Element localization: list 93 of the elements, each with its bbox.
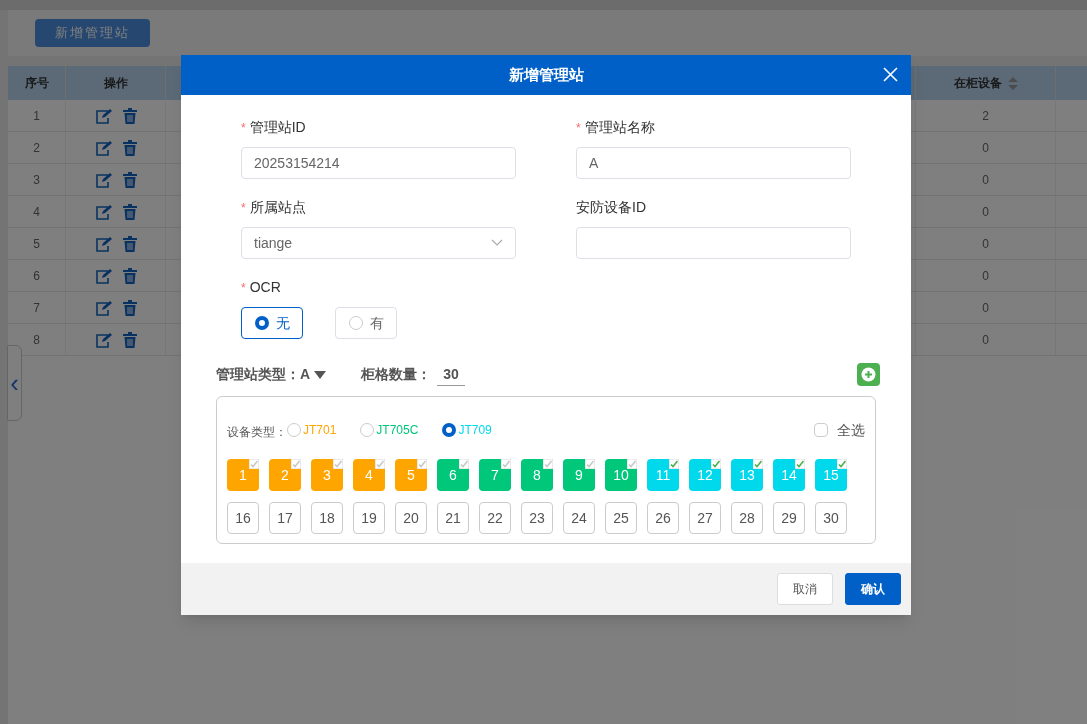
trash-icon[interactable] <box>122 203 137 220</box>
device-type-label: 设备类型： <box>227 424 287 441</box>
trash-icon[interactable] <box>122 331 137 348</box>
slot-tile[interactable]: 21 <box>437 502 469 534</box>
slot-tile[interactable]: 22 <box>479 502 511 534</box>
slot-tile[interactable]: 28 <box>731 502 763 534</box>
slot-tile[interactable]: 17 <box>269 502 301 534</box>
checkbox-icon[interactable] <box>543 459 553 469</box>
slot-count-field[interactable]: 30 <box>437 363 465 386</box>
table-cell: 0 <box>916 228 1056 259</box>
edit-icon[interactable] <box>94 267 113 284</box>
radio-button[interactable]: 有 <box>335 307 397 339</box>
site-dropdown[interactable]: tiange <box>241 227 516 259</box>
table-cell: 7 <box>8 292 66 323</box>
confirm-button[interactable]: 确认 <box>845 573 901 605</box>
table-cell: 3 <box>8 164 66 195</box>
slot-tile[interactable]: 19 <box>353 502 385 534</box>
column-header: 序号 <box>8 66 66 100</box>
edit-icon[interactable] <box>94 171 113 188</box>
trash-icon[interactable] <box>122 171 137 188</box>
table-cell: 0 <box>916 260 1056 291</box>
chevron-down-icon <box>491 239 503 247</box>
add-icon[interactable] <box>857 363 880 386</box>
slot-tile[interactable]: 23 <box>521 502 553 534</box>
required-mark: * <box>241 119 246 137</box>
trash-icon[interactable] <box>122 267 137 284</box>
slot-tile[interactable]: 27 <box>689 502 721 534</box>
column-header: 操作 <box>66 66 166 100</box>
trash-icon[interactable] <box>122 139 137 156</box>
slot-tile[interactable]: 16 <box>227 502 259 534</box>
close-icon[interactable] <box>883 67 898 82</box>
sort-icon[interactable] <box>1007 76 1018 90</box>
checkbox-icon[interactable] <box>291 459 301 469</box>
field-label: 管理站ID <box>249 118 306 137</box>
select-all-label: 全选 <box>837 420 865 440</box>
radio-button[interactable]: 无 <box>241 307 303 339</box>
checkbox-icon[interactable] <box>627 459 637 469</box>
checkbox-icon[interactable] <box>375 459 385 469</box>
column-header: 在柜设备 <box>953 75 1002 92</box>
slot-tile[interactable]: 24 <box>563 502 595 534</box>
table-cell: 2 <box>8 132 66 163</box>
table-cell: 0 <box>916 132 1056 163</box>
cancel-button[interactable]: 取消 <box>777 573 833 605</box>
table-cell: 0 <box>916 292 1056 323</box>
edit-icon[interactable] <box>94 331 113 348</box>
checkbox-icon[interactable] <box>711 459 721 469</box>
checkbox-icon[interactable] <box>459 459 469 469</box>
slot-tile[interactable]: 25 <box>605 502 637 534</box>
edit-icon[interactable] <box>94 203 113 220</box>
caret-icon[interactable] <box>314 370 327 379</box>
input-field[interactable]: A <box>576 147 851 179</box>
trash-icon[interactable] <box>122 107 137 124</box>
table-cell: 4 <box>8 196 66 227</box>
trash-icon[interactable] <box>122 299 137 316</box>
table-cell: 5 <box>8 228 66 259</box>
slot-tile[interactable]: 18 <box>311 502 343 534</box>
checkbox-icon[interactable] <box>501 459 511 469</box>
checkbox-icon[interactable] <box>417 459 427 469</box>
checkbox-icon[interactable] <box>249 459 259 469</box>
checkbox-icon[interactable] <box>837 459 847 469</box>
checkbox-icon[interactable] <box>795 459 805 469</box>
table-cell: 6 <box>8 260 66 291</box>
edit-icon[interactable] <box>94 139 113 156</box>
required-mark: * <box>241 279 246 297</box>
station-type-dropdown[interactable]: 管理站类型：A <box>216 364 327 385</box>
checkbox-icon[interactable] <box>585 459 595 469</box>
table-cell: 0 <box>916 196 1056 227</box>
field-label: 管理站名称 <box>584 118 655 137</box>
slot-tile[interactable]: 20 <box>395 502 427 534</box>
input-field[interactable] <box>576 227 851 259</box>
slot-tile[interactable]: 26 <box>647 502 679 534</box>
table-cell: 0 <box>916 324 1056 355</box>
edit-icon[interactable] <box>94 107 113 124</box>
required-mark: * <box>241 199 246 217</box>
slot-tile[interactable]: 30 <box>815 502 847 534</box>
input-field[interactable]: 20253154214 <box>241 147 516 179</box>
checkbox[interactable] <box>814 423 828 437</box>
checkbox-icon[interactable] <box>753 459 763 469</box>
edit-icon[interactable] <box>94 235 113 252</box>
checkbox-icon[interactable] <box>669 459 679 469</box>
field-label: 所属站点 <box>249 198 306 217</box>
trash-icon[interactable] <box>122 235 137 252</box>
slot-count-label: 柜格数量： <box>361 365 432 384</box>
required-mark: * <box>576 119 581 137</box>
slot-tile[interactable]: 29 <box>773 502 805 534</box>
table-cell: 1 <box>8 100 66 131</box>
edit-icon[interactable] <box>94 299 113 316</box>
checkbox-icon[interactable] <box>333 459 343 469</box>
table-cell: 0 <box>916 164 1056 195</box>
field-label: OCR <box>249 278 281 297</box>
dialog-title: 新增管理站 <box>508 64 584 85</box>
field-label: 安防设备ID <box>576 198 646 217</box>
table-cell: 2 <box>916 100 1056 131</box>
